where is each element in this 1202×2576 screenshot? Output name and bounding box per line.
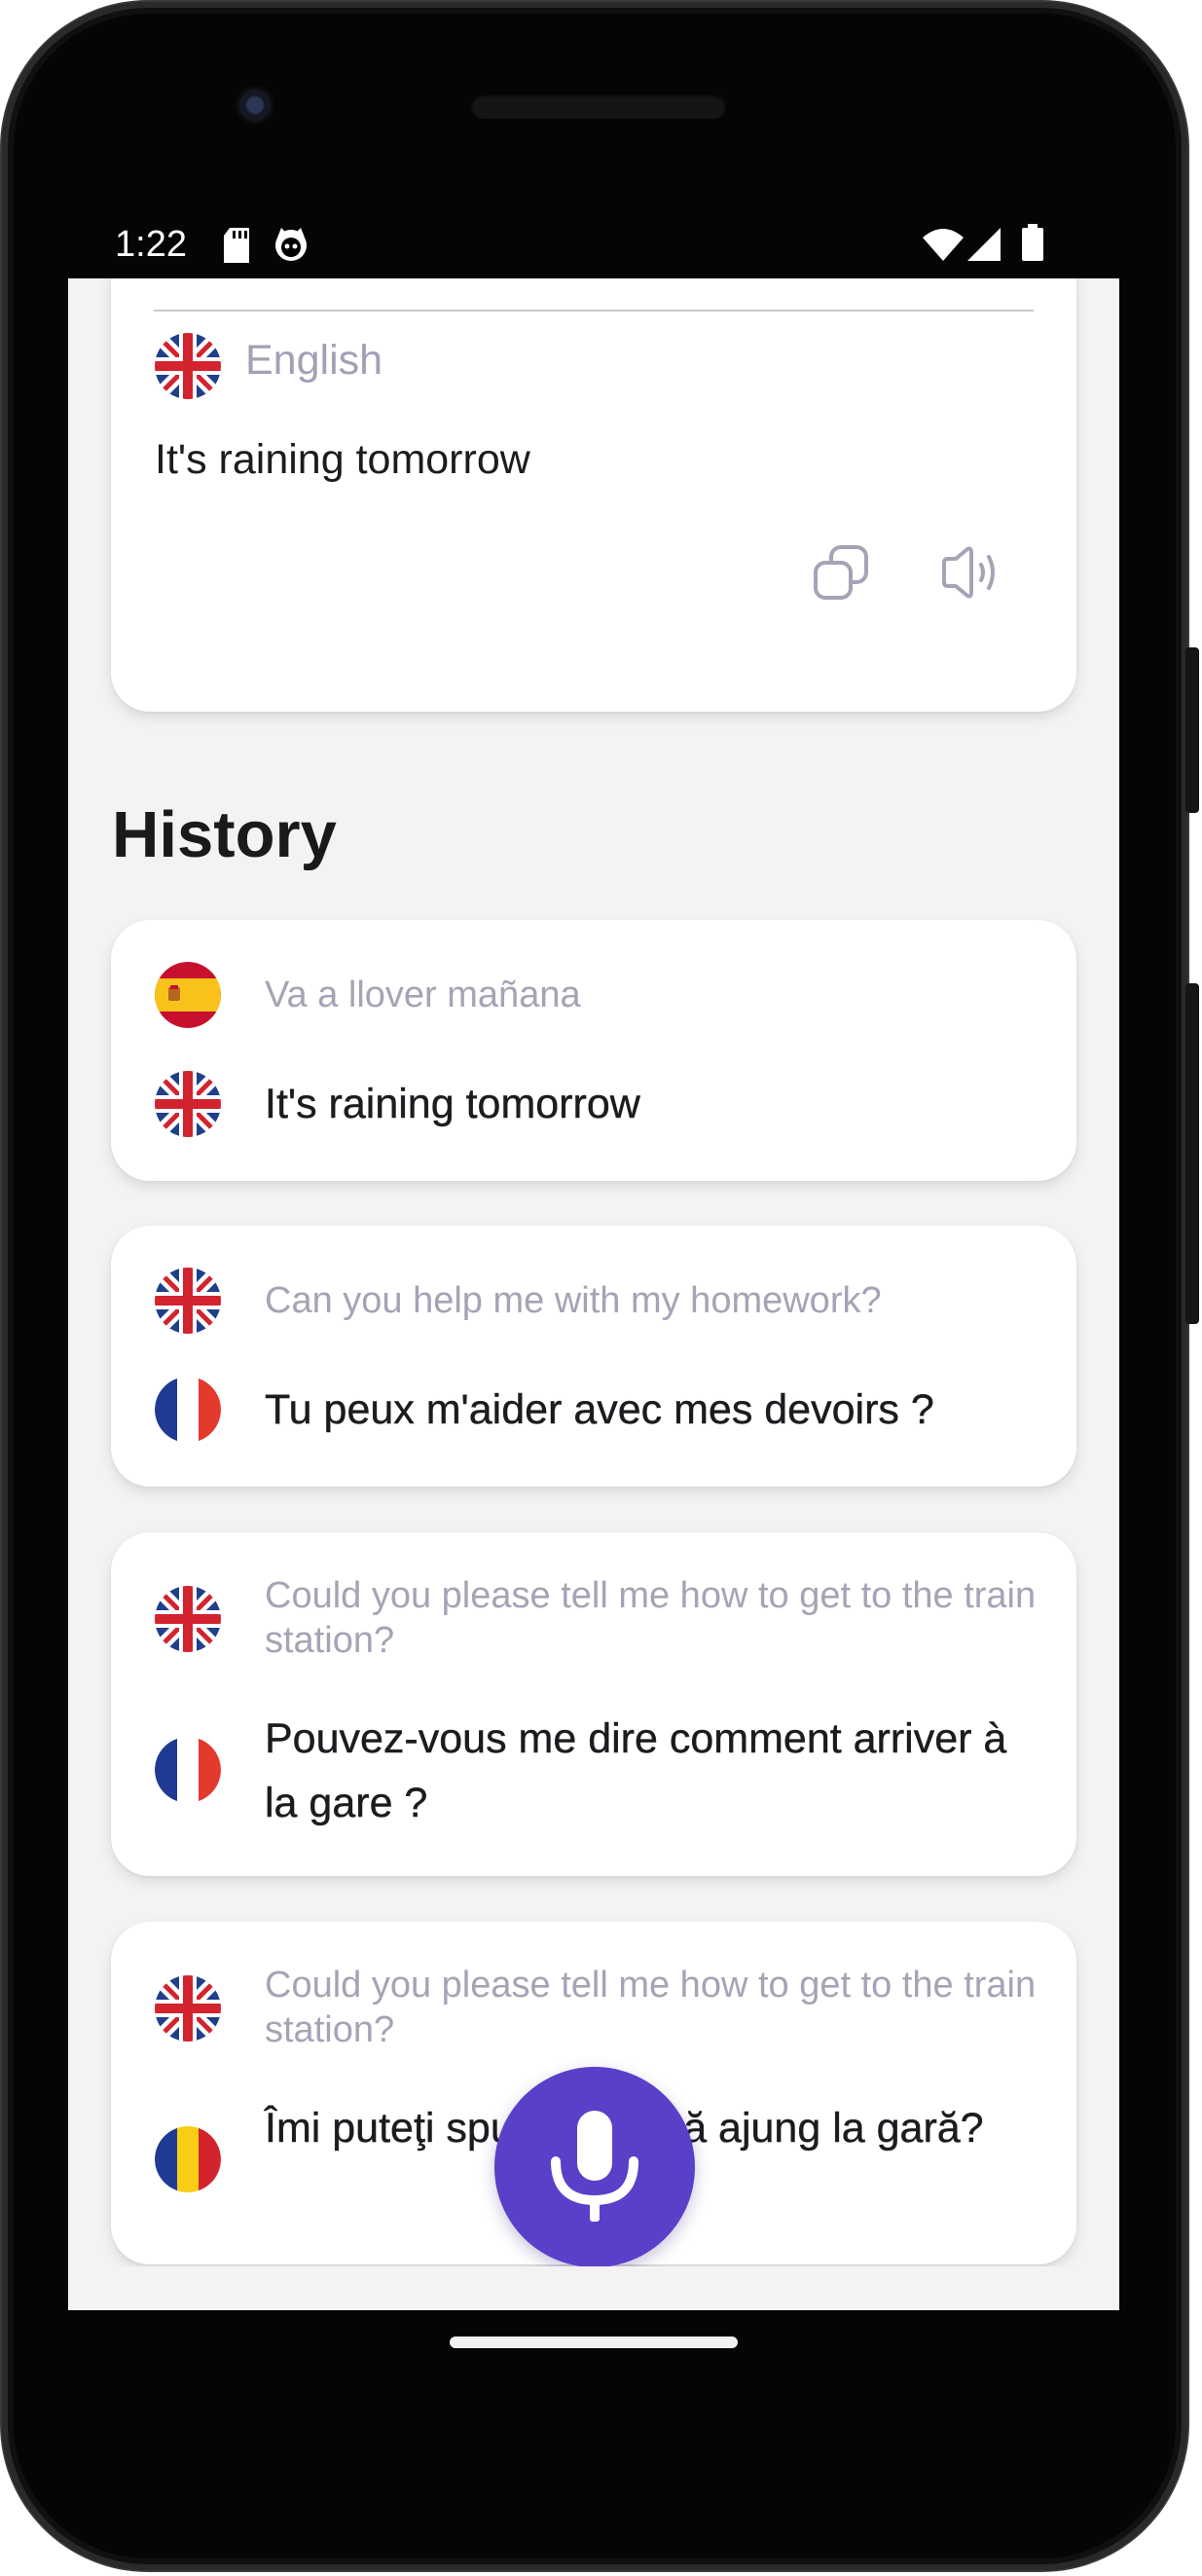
france-flag-icon xyxy=(155,1377,221,1443)
wifi-icon xyxy=(923,228,964,266)
history-source-text: Va a llover mañana xyxy=(265,975,581,1015)
sd-card-icon xyxy=(222,228,251,268)
history-target-text: Pouvez-vous me dire comment arriver à la… xyxy=(265,1715,1007,1826)
divider xyxy=(154,310,1034,312)
spain-flag-icon xyxy=(155,962,221,1028)
copy-icon[interactable] xyxy=(810,541,872,608)
cat-icon xyxy=(273,226,310,268)
home-gesture-handle[interactable] xyxy=(450,2337,738,2348)
result-text: It's raining tomorrow xyxy=(155,436,530,483)
history-source-text: Could you please tell me how to get to t… xyxy=(265,1575,1037,1661)
result-language-label: English xyxy=(245,337,383,384)
uk-flag-icon xyxy=(155,1071,221,1137)
status-time: 1:22 xyxy=(115,224,187,265)
uk-flag-icon xyxy=(155,1268,221,1334)
app-screen: English It's raining tomorrow History Va… xyxy=(68,278,1119,2310)
battery-icon xyxy=(1022,224,1043,266)
power-button xyxy=(1185,647,1199,813)
volume-button xyxy=(1185,983,1199,1324)
uk-flag-icon xyxy=(155,1975,221,2042)
speaker-icon[interactable] xyxy=(938,541,1001,608)
history-source-text: Can you help me with my homework? xyxy=(265,1280,882,1321)
history-title: History xyxy=(112,798,337,871)
microphone-icon xyxy=(551,2111,638,2222)
history-item[interactable]: Can you help me with my homework? Tu peu… xyxy=(111,1226,1076,1487)
history-item[interactable]: Va a llover mañana It's raining tomorrow xyxy=(111,920,1076,1181)
cellular-signal-icon xyxy=(967,228,1001,266)
microphone-button[interactable] xyxy=(494,2067,695,2267)
translation-result-card: English It's raining tomorrow xyxy=(111,278,1076,712)
france-flag-icon xyxy=(155,1737,221,1803)
history-source-text: Could you please tell me how to get to t… xyxy=(265,1965,1037,2050)
history-target-text: It's raining tomorrow xyxy=(265,1081,640,1127)
status-bar: 1:22 xyxy=(68,216,1051,275)
uk-flag-icon xyxy=(155,1586,221,1652)
earpiece-speaker xyxy=(471,93,726,119)
front-camera xyxy=(236,86,274,125)
uk-flag-icon xyxy=(155,333,221,399)
romania-flag-icon xyxy=(155,2126,221,2192)
navigation-bar xyxy=(68,2266,1119,2310)
history-item[interactable]: Could you please tell me how to get to t… xyxy=(111,1532,1076,1876)
history-target-text: Tu peux m'aider avec mes devoirs ? xyxy=(265,1386,934,1433)
